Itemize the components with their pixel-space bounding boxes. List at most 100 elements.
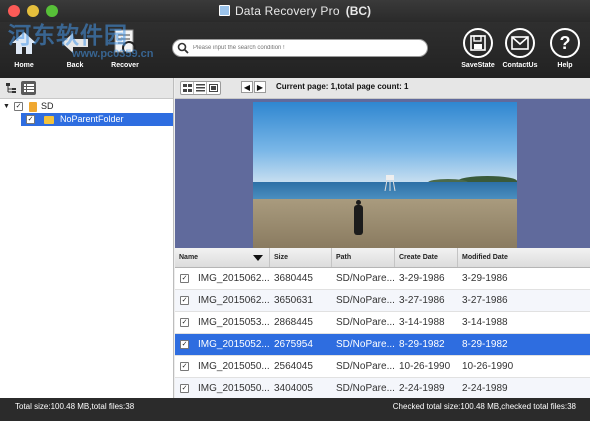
modified-date: 3-27-1986 — [462, 295, 508, 306]
maximize-window-button[interactable] — [46, 5, 58, 17]
table-row[interactable]: IMG_2015050... 2564045 SD/NoPare... 10-2… — [175, 356, 590, 378]
help-button[interactable]: ? Help — [545, 28, 585, 69]
contactus-button[interactable]: ContactUs — [500, 28, 540, 69]
table-row[interactable]: IMG_2015062... 3650631 SD/NoPare... 3-27… — [175, 290, 590, 312]
savestate-button[interactable]: SaveState — [458, 28, 498, 69]
row-checkbox[interactable] — [180, 340, 189, 349]
modified-date: 10-26-1990 — [462, 361, 514, 372]
back-button[interactable]: Back — [55, 28, 95, 69]
file-path: SD/NoPare... — [336, 383, 395, 394]
tree-item-noparentfolder-checkbox[interactable] — [26, 115, 35, 124]
file-name: IMG_2015053... — [198, 317, 270, 328]
file-size: 2675954 — [274, 339, 313, 350]
create-date: 8-29-1982 — [399, 339, 445, 350]
tree-toolbar — [0, 78, 173, 99]
column-header-size[interactable]: Size — [270, 248, 332, 267]
tree-item-sd-checkbox[interactable] — [14, 102, 23, 111]
view-mode-group — [180, 81, 221, 95]
search-input[interactable] — [193, 42, 421, 54]
modified-date: 2-24-1989 — [462, 383, 508, 394]
status-total: Total size:100.48 MB,total files:38 — [15, 402, 135, 411]
tree-item-noparentfolder[interactable]: NoParentFolder — [21, 113, 173, 126]
minimize-window-button[interactable] — [27, 5, 39, 17]
file-path: SD/NoPare... — [336, 361, 395, 372]
home-icon — [9, 28, 39, 58]
file-table: Name Size Path Create Date Modified Date… — [175, 248, 590, 398]
file-name: IMG_2015050... — [198, 361, 270, 372]
back-arrow-icon — [60, 28, 90, 58]
window-title-suffix: (BC) — [345, 4, 372, 18]
home-button[interactable]: Home — [4, 28, 44, 69]
app-window: Data Recovery Pro (BC) Home Back Recover — [0, 0, 590, 421]
sd-card-icon — [29, 101, 37, 112]
list-view-icon[interactable] — [21, 81, 36, 95]
status-checked: Checked total size:100.48 MB,checked tot… — [392, 402, 576, 411]
title-bar: Data Recovery Pro (BC) — [0, 0, 590, 22]
help-icon: ? — [550, 28, 580, 58]
table-header: Name Size Path Create Date Modified Date — [175, 248, 590, 268]
file-size: 3404005 — [274, 383, 313, 394]
app-icon — [218, 5, 230, 16]
row-checkbox[interactable] — [180, 384, 189, 393]
search-icon[interactable] — [177, 42, 189, 54]
file-browser-panel: ◀ ▶ Current page: 1,total page count: 1 … — [175, 78, 590, 398]
row-checkbox[interactable] — [180, 318, 189, 327]
window-title: Data Recovery Pro — [234, 4, 340, 18]
mail-icon — [505, 28, 535, 58]
contactus-label: ContactUs — [502, 62, 538, 69]
file-size: 3680445 — [274, 273, 313, 284]
table-row[interactable]: IMG_2015062... 3680445 SD/NoPare... 3-29… — [175, 268, 590, 290]
preview-photo — [253, 102, 517, 248]
row-checkbox[interactable] — [180, 274, 189, 283]
folder-tree-panel: ▼ SD NoParentFolder — [0, 78, 174, 398]
table-row[interactable]: IMG_2015050... 3404005 SD/NoPare... 2-24… — [175, 378, 590, 398]
table-row-selected[interactable]: IMG_2015052... 2675954 SD/NoPare... 8-29… — [175, 334, 590, 356]
sort-descending-icon[interactable] — [253, 255, 263, 261]
tree-item-noparentfolder-label: NoParentFolder — [60, 114, 124, 124]
create-date: 10-26-1990 — [399, 361, 451, 372]
search-box — [172, 39, 428, 57]
close-window-button[interactable] — [8, 5, 20, 17]
page-info: Current page: 1,total page count: 1 — [276, 82, 409, 91]
file-path: SD/NoPare... — [336, 339, 395, 350]
modified-date: 3-14-1988 — [462, 317, 508, 328]
pagination: ◀ ▶ — [241, 81, 266, 93]
file-name: IMG_2015052... — [198, 339, 270, 350]
column-header-modified-date[interactable]: Modified Date — [458, 248, 590, 267]
home-label: Home — [14, 62, 34, 69]
savestate-label: SaveState — [461, 62, 495, 69]
grid-view-icon[interactable] — [181, 82, 194, 94]
table-row[interactable]: IMG_2015053... 2868445 SD/NoPare... 3-14… — [175, 312, 590, 334]
file-path: SD/NoPare... — [336, 317, 395, 328]
create-date: 2-24-1989 — [399, 383, 445, 394]
file-size: 2868445 — [274, 317, 313, 328]
folder-icon — [44, 115, 54, 124]
row-checkbox[interactable] — [180, 362, 189, 371]
recover-icon — [110, 28, 140, 58]
file-size: 3650631 — [274, 295, 313, 306]
list-view-icon[interactable] — [194, 82, 207, 94]
prev-page-icon[interactable]: ◀ — [241, 81, 253, 93]
preview-view-icon[interactable] — [207, 82, 220, 94]
row-checkbox[interactable] — [180, 296, 189, 305]
tree-item-sd[interactable]: ▼ SD — [0, 100, 173, 113]
next-page-icon[interactable]: ▶ — [254, 81, 266, 93]
save-disk-icon — [463, 28, 493, 58]
column-header-create-date[interactable]: Create Date — [395, 248, 458, 267]
status-bar: Total size:100.48 MB,total files:38 Chec… — [0, 398, 590, 421]
help-label: Help — [557, 62, 573, 69]
expand-arrow-icon[interactable]: ▼ — [3, 100, 12, 113]
file-size: 2564045 — [274, 361, 313, 372]
recover-button[interactable]: Recover — [105, 28, 145, 69]
browser-toolbar: ◀ ▶ Current page: 1,total page count: 1 — [175, 78, 590, 99]
column-header-path[interactable]: Path — [332, 248, 395, 267]
create-date: 3-29-1986 — [399, 273, 445, 284]
window-controls — [8, 5, 58, 17]
column-header-name[interactable]: Name — [175, 248, 270, 267]
file-name: IMG_2015062... — [198, 273, 270, 284]
file-path: SD/NoPare... — [336, 295, 395, 306]
file-name: IMG_2015062... — [198, 295, 270, 306]
tree-view-icon[interactable] — [3, 81, 18, 95]
tree-item-sd-label: SD — [41, 101, 54, 111]
main-toolbar: Home Back Recover SaveState — [0, 22, 590, 78]
